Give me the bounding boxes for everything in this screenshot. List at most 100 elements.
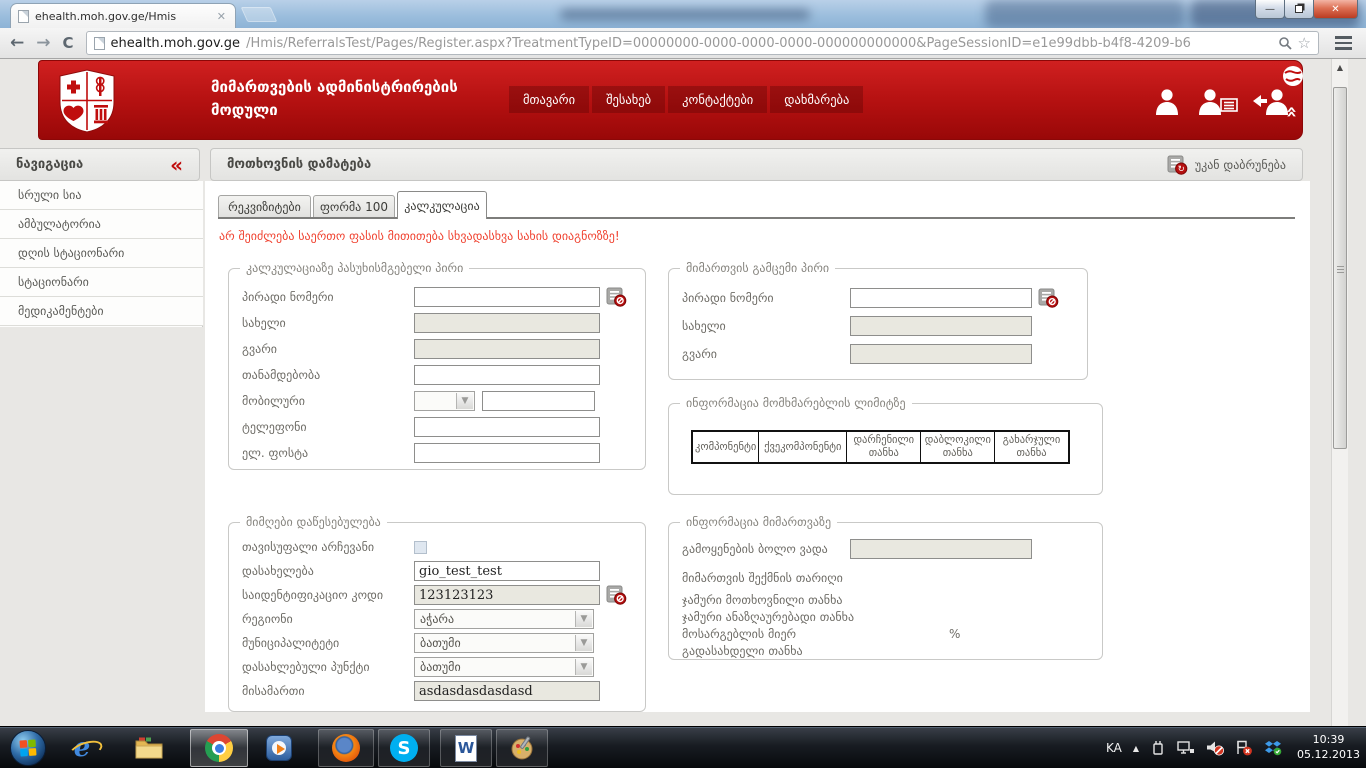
browser-tab[interactable]: ehealth.moh.gov.ge/Hmis ✕ bbox=[10, 3, 236, 28]
calc-mobile-input[interactable] bbox=[482, 391, 595, 411]
tab-calculation[interactable]: კალკულაცია bbox=[397, 191, 487, 219]
address-bar[interactable]: ehealth.moh.gov.ge /Hmis/ReferralsTest/P… bbox=[85, 31, 1319, 55]
fieldset-institution: მიმღები დაწესებულება თავისუფალი არჩევანი… bbox=[228, 515, 646, 712]
fieldset-limit-info: ინფორმაცია მომხმარებლის ლიმიტზე კომპონენ… bbox=[668, 396, 1103, 495]
favicon-page-icon bbox=[18, 9, 29, 23]
limit-table: კომპონენტი ქვეკომპონენტი დარჩენილი თანხა… bbox=[691, 430, 1070, 465]
settlement-select[interactable]: ბათუმი ▼ bbox=[414, 657, 594, 677]
mobile-prefix-select[interactable]: ▼ bbox=[414, 391, 475, 411]
vertical-scrollbar[interactable]: ▲ bbox=[1331, 59, 1348, 726]
sidebar-item-ambulatory[interactable]: ამბულატორია bbox=[0, 210, 203, 239]
page-title: მოთხოვნის დამატება bbox=[227, 157, 372, 172]
free-choice-checkbox[interactable] bbox=[414, 540, 427, 554]
region-select[interactable]: აჭარა ▼ bbox=[414, 609, 594, 629]
taskbar-word[interactable]: W bbox=[440, 729, 492, 767]
sidebar-item-hospital[interactable]: სტაციონარი bbox=[0, 268, 203, 297]
user-list-icon[interactable] bbox=[1197, 87, 1239, 115]
field-label: გვარი bbox=[682, 347, 717, 361]
zoom-search-icon[interactable] bbox=[1278, 36, 1292, 50]
taskbar-chrome[interactable] bbox=[190, 729, 248, 767]
sidebar-item-medications[interactable]: მედიკამენტები bbox=[0, 297, 203, 326]
calc-phone-input[interactable] bbox=[414, 417, 600, 437]
collapse-header-chevron-icon[interactable]: » bbox=[1280, 106, 1302, 118]
field-label: სახელი bbox=[682, 319, 726, 333]
institution-name-input[interactable] bbox=[414, 561, 600, 581]
back-button[interactable]: ↻ უკან დაბრუნება bbox=[1167, 155, 1286, 175]
taskbar-firefox[interactable] bbox=[318, 729, 374, 767]
field-label: მუნიციპალიტეტი bbox=[242, 636, 340, 650]
taskbar-internet-explorer[interactable]: e bbox=[60, 729, 104, 767]
municipality-select[interactable]: ბათუმი ▼ bbox=[414, 633, 594, 653]
nav-item-about[interactable]: შესახებ bbox=[592, 86, 666, 113]
calc-personal-number-input[interactable] bbox=[414, 287, 600, 307]
field-label: გადასახდელი თანხა bbox=[682, 643, 803, 658]
back-icon: ↻ bbox=[1167, 155, 1188, 175]
page-icon bbox=[93, 36, 105, 50]
tab-requisites[interactable]: რეკვიზიტები bbox=[218, 195, 311, 218]
windows-taskbar: e S W KA ▲ 10:39 05.12.2013 bbox=[0, 726, 1366, 768]
scrollbar-grip bbox=[1337, 266, 1344, 274]
url-path: /Hmis/ReferralsTest/Pages/Register.aspx?… bbox=[246, 35, 1191, 51]
app-nav: მთავარი შესახებ კონტაქტები დახმარება bbox=[509, 86, 864, 113]
taskbar-paint[interactable] bbox=[496, 729, 548, 767]
taskbar-skype[interactable]: S bbox=[378, 729, 430, 767]
removable-device-icon[interactable] bbox=[1150, 740, 1166, 756]
institution-lookup-icon[interactable] bbox=[606, 585, 627, 605]
sidebar-item-full-list[interactable]: სრული სია bbox=[0, 181, 203, 210]
field-label: მობილური bbox=[242, 394, 305, 408]
issuer-surname-input bbox=[850, 344, 1032, 364]
fieldset-legend: ინფორმაცია მომხმარებლის ლიმიტზე bbox=[680, 396, 912, 410]
user-profile-icon[interactable] bbox=[1149, 87, 1185, 115]
start-button[interactable] bbox=[10, 730, 46, 766]
calc-email-input[interactable] bbox=[414, 443, 600, 463]
scrollbar-up-arrow[interactable]: ▲ bbox=[1332, 59, 1348, 75]
page-viewport: მიმართვების ადმინისტრირების მოდული მთავა… bbox=[0, 59, 1366, 726]
language-globe-icon[interactable] bbox=[1282, 65, 1304, 87]
calc-position-input[interactable] bbox=[414, 365, 600, 385]
action-center-flag-icon[interactable] bbox=[1235, 740, 1253, 756]
validation-warning: არ შეიძლება საერთო ფასის მითითება სხვადა… bbox=[219, 229, 620, 243]
taskbar-media-player[interactable] bbox=[256, 729, 302, 767]
new-tab-button[interactable] bbox=[240, 7, 278, 22]
close-button[interactable]: ✕ bbox=[1313, 0, 1358, 19]
sidebar-collapse-icon[interactable]: « bbox=[170, 155, 183, 175]
tab-form-100[interactable]: ფორმა 100 bbox=[313, 195, 395, 218]
minimize-button[interactable]: — bbox=[1255, 0, 1285, 19]
moh-shield-logo bbox=[59, 69, 115, 133]
fieldset-referral-info: ინფორმაცია მიმართვაზე გამოყენების ბოლო ვ… bbox=[668, 515, 1103, 660]
field-label: პირადი ნომერი bbox=[242, 290, 334, 304]
issuer-personal-number-input[interactable] bbox=[850, 288, 1032, 308]
volume-muted-icon[interactable] bbox=[1206, 740, 1225, 756]
sidebar-item-day-hospital[interactable]: დღის სტაციონარი bbox=[0, 239, 203, 268]
language-indicator[interactable]: KA bbox=[1106, 741, 1122, 755]
field-label: მისამართი bbox=[242, 684, 305, 698]
forward-arrow-icon[interactable]: → bbox=[36, 34, 50, 52]
tab-close-icon[interactable]: ✕ bbox=[215, 9, 228, 24]
internet-explorer-icon: e bbox=[73, 733, 91, 763]
reload-icon[interactable]: C bbox=[63, 35, 74, 51]
tray-clock[interactable]: 10:39 05.12.2013 bbox=[1293, 733, 1360, 763]
taskbar-explorer-folder[interactable] bbox=[126, 729, 172, 767]
expiry-date-input bbox=[850, 539, 1032, 559]
chevron-down-icon: ▼ bbox=[575, 611, 592, 627]
field-label: საიდენტიფიკაციო კოდი bbox=[242, 588, 384, 602]
restore-button[interactable] bbox=[1284, 0, 1314, 19]
media-player-icon bbox=[266, 735, 292, 761]
bookmark-star-icon[interactable]: ☆ bbox=[1298, 34, 1311, 52]
paint-palette-icon bbox=[511, 736, 533, 760]
windows-flag-icon bbox=[19, 739, 37, 757]
nav-item-contacts[interactable]: კონტაქტები bbox=[668, 86, 768, 113]
background-window-blur bbox=[560, 9, 810, 20]
nav-item-help[interactable]: დახმარება bbox=[770, 86, 864, 113]
scrollbar-thumb[interactable] bbox=[1333, 87, 1347, 449]
dropbox-icon[interactable] bbox=[1264, 740, 1282, 756]
network-icon[interactable] bbox=[1177, 740, 1195, 756]
field-label: თავისუფალი არჩევანი bbox=[242, 540, 375, 554]
person-lookup-icon[interactable] bbox=[1038, 288, 1059, 308]
back-arrow-icon[interactable]: ← bbox=[10, 34, 24, 52]
field-label: თანამდებობა bbox=[242, 368, 321, 382]
nav-item-home[interactable]: მთავარი bbox=[509, 86, 590, 113]
show-hidden-icons-icon[interactable]: ▲ bbox=[1133, 744, 1139, 753]
person-lookup-icon[interactable] bbox=[606, 287, 627, 307]
chrome-menu-icon[interactable] bbox=[1331, 36, 1356, 50]
